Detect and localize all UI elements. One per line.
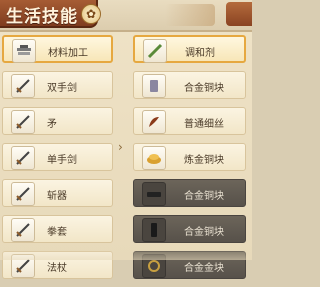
panel-header: 生活技能 ✿: [0, 0, 252, 32]
list-item-label: 材料加工: [48, 48, 88, 59]
list-item-material-processing[interactable]: 材料加工: [2, 35, 113, 63]
scroll-fade: [0, 246, 252, 260]
page-title: 生活技能: [6, 7, 78, 27]
gear-icon[interactable]: ✿: [81, 4, 101, 24]
recipe-item-thread[interactable]: 普通细丝: [133, 107, 246, 135]
list-item-label: 斩器: [47, 191, 67, 202]
ingot-icon: [142, 74, 166, 98]
vial-icon: [143, 39, 167, 63]
sword-icon: [11, 74, 35, 98]
dark-bar-icon: [142, 218, 166, 242]
sword-icon: [11, 146, 35, 170]
recipe-label: 合金金块: [184, 263, 224, 274]
header-decoration: [165, 4, 215, 26]
sword-icon: [11, 218, 35, 242]
list-item-two-handed-sword[interactable]: 双手剑: [2, 71, 113, 99]
side-tab[interactable]: [226, 2, 252, 26]
sword-icon: [11, 110, 35, 134]
list-item-spear[interactable]: 矛: [2, 107, 113, 135]
recipe-label: 合金铜块: [184, 227, 224, 238]
chevron-right-icon: ›: [118, 140, 123, 154]
gold-pile-icon: [142, 146, 166, 170]
thread-icon: [142, 110, 166, 134]
recipe-item-alloy[interactable]: 合金铜块: [133, 71, 246, 99]
recipe-label: 合金铜块: [184, 83, 224, 94]
recipe-label: 合金铜块: [184, 191, 224, 202]
recipe-label: 调和剂: [185, 48, 215, 59]
recipe-label: 炼金铜块: [184, 155, 224, 166]
recipe-label: 普通细丝: [184, 119, 224, 130]
list-item-label: 拳套: [47, 227, 67, 238]
tools-icon: [12, 39, 36, 63]
list-item-label: 法杖: [47, 263, 67, 274]
list-item-label: 双手剑: [47, 83, 77, 94]
list-item-gauntlet[interactable]: 拳套: [2, 215, 113, 243]
recipe-item-alchemy-ingot[interactable]: 炼金铜块: [133, 143, 246, 171]
list-item-one-handed-sword[interactable]: 单手剑: [2, 143, 113, 171]
list-item-label: 单手剑: [47, 155, 77, 166]
recipe-item-alloy-locked[interactable]: 合金铜块: [133, 179, 246, 207]
life-skills-panel: 生活技能 ✿ 材料加工 双手剑 矛 单手剑 斩器 拳套 法杖 › 调和剂 合金铜…: [0, 0, 252, 279]
recipe-item-blend[interactable]: 调和剂: [133, 35, 246, 63]
recipe-item-alloy-locked-2[interactable]: 合金铜块: [133, 215, 246, 243]
dark-ingot-icon: [142, 182, 166, 206]
sword-icon: [11, 182, 35, 206]
list-item-label: 矛: [47, 119, 57, 130]
list-item-blade[interactable]: 斩器: [2, 179, 113, 207]
